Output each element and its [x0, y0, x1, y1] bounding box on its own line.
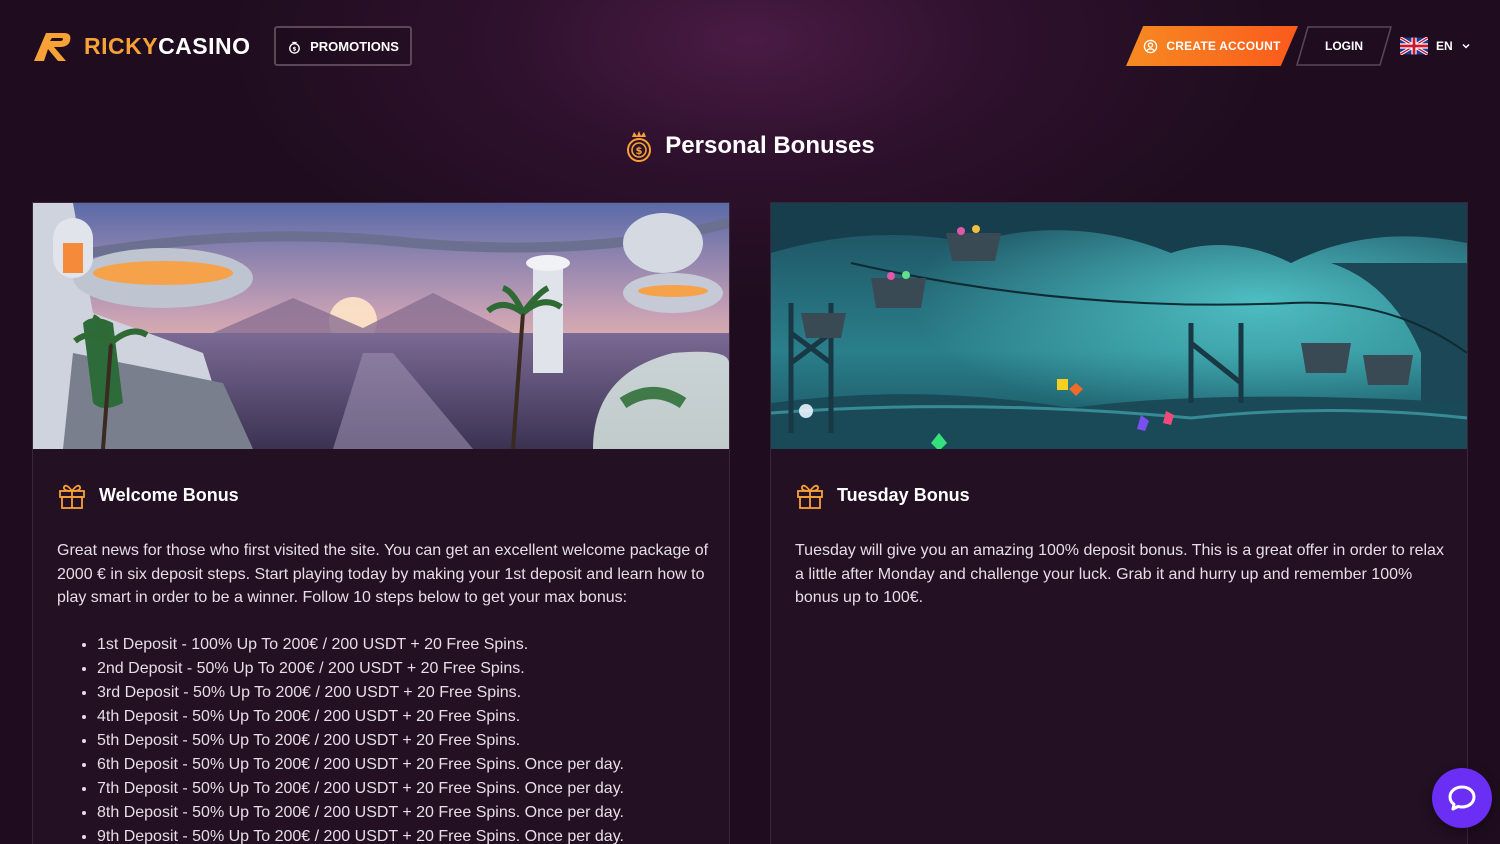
coin-crown-icon: $: [627, 131, 652, 162]
card-header: Tuesday Bonus: [795, 479, 970, 511]
list-item: 6th Deposit - 50% Up To 200€ / 200 USDT …: [97, 753, 717, 777]
list-item: 2nd Deposit - 50% Up To 200€ / 200 USDT …: [97, 657, 717, 681]
gift-icon: [797, 484, 823, 509]
brand-logo[interactable]: RICKYCASINO: [32, 28, 251, 64]
card-title: Welcome Bonus: [99, 484, 239, 505]
chevron-down-icon: [1462, 43, 1470, 49]
welcome-bonus-banner-image: [33, 203, 729, 449]
promotions-label: PROMOTIONS: [310, 38, 399, 54]
svg-text:$: $: [636, 146, 643, 157]
user-circle-icon: [1144, 39, 1158, 53]
card-description: Great news for those who first visited t…: [57, 542, 709, 606]
live-chat-button[interactable]: [1432, 768, 1492, 828]
gift-icon: [59, 484, 85, 509]
chat-bubble-icon: [1448, 785, 1476, 811]
list-item: 7th Deposit - 50% Up To 200€ / 200 USDT …: [97, 777, 717, 801]
list-item: 3rd Deposit - 50% Up To 200€ / 200 USDT …: [97, 681, 717, 705]
card-header: Welcome Bonus: [57, 479, 239, 511]
create-account-button[interactable]: CREATE ACCOUNT: [1126, 26, 1298, 66]
uk-flag-icon: [1400, 37, 1428, 55]
bonus-card-welcome: Welcome Bonus Great news for those who f…: [32, 202, 730, 844]
card-description: Tuesday will give you an amazing 100% de…: [795, 542, 1444, 606]
language-selector[interactable]: EN: [1400, 34, 1471, 58]
list-item: 8th Deposit - 50% Up To 200€ / 200 USDT …: [97, 801, 717, 825]
list-item: 1st Deposit - 100% Up To 200€ / 200 USDT…: [97, 633, 717, 657]
site-header: RICKYCASINO $ PROMOTIONS CREATE ACCOUNT …: [0, 0, 1500, 90]
page-title: Personal Bonuses: [665, 132, 875, 159]
tuesday-bonus-banner-image: [771, 203, 1467, 449]
create-account-label: CREATE ACCOUNT: [1166, 39, 1281, 53]
section-heading: $ Personal Bonuses: [0, 126, 1500, 166]
login-label: LOGIN: [1325, 39, 1363, 53]
promotions-button[interactable]: $ PROMOTIONS: [274, 26, 412, 66]
bonus-card-tuesday: Tuesday Bonus Tuesday will give you an a…: [770, 202, 1468, 844]
list-item: 9th Deposit - 50% Up To 200€ / 200 USDT …: [97, 825, 717, 844]
login-button[interactable]: LOGIN: [1296, 26, 1392, 66]
card-title: Tuesday Bonus: [837, 484, 970, 505]
list-item: 5th Deposit - 50% Up To 200€ / 200 USDT …: [97, 729, 717, 753]
brand-name: RICKYCASINO: [84, 32, 251, 59]
money-bag-icon: $: [289, 41, 300, 54]
deposit-steps-list: 1st Deposit - 100% Up To 200€ / 200 USDT…: [97, 633, 717, 844]
ricky-r-logo-icon: [34, 33, 71, 61]
list-item: 4th Deposit - 50% Up To 200€ / 200 USDT …: [97, 705, 717, 729]
svg-text:$: $: [293, 46, 297, 52]
language-code: EN: [1436, 39, 1453, 53]
